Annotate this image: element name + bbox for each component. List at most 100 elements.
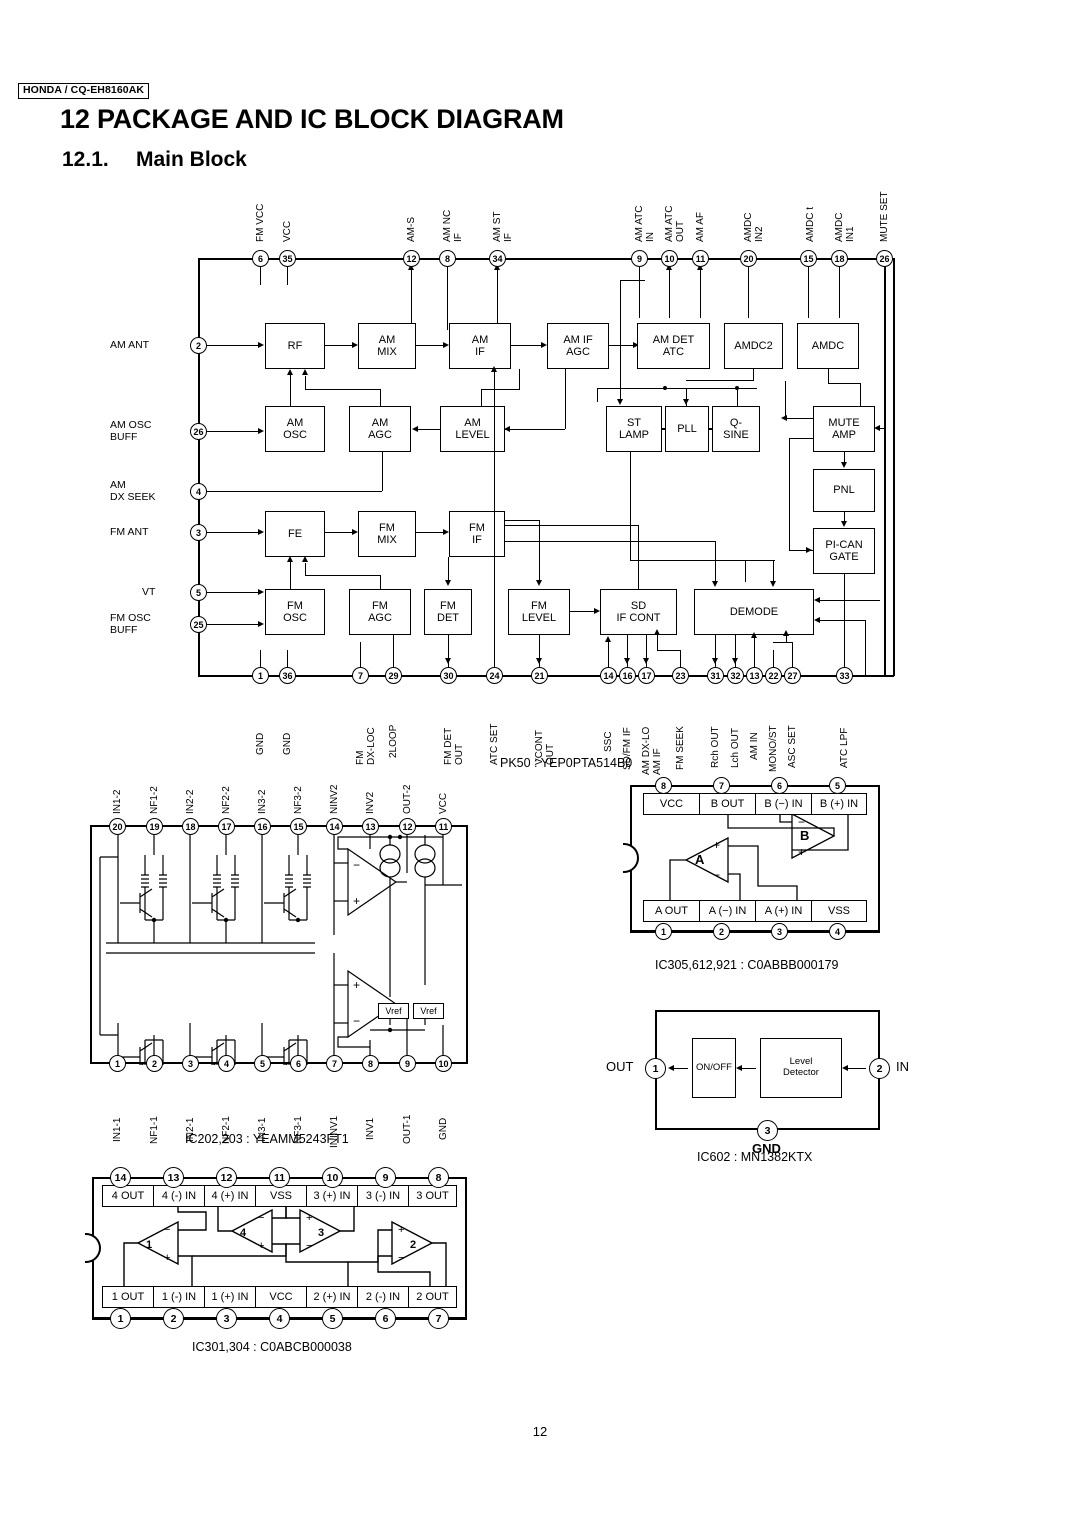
pin-20: 20: [740, 250, 757, 267]
pin-32: 32: [727, 667, 744, 684]
arrow-fmosc-fe: [287, 556, 293, 562]
pin-18: 18: [831, 250, 848, 267]
svg-text:+: +: [713, 838, 720, 852]
arrow-amlevel-right: [504, 426, 510, 432]
svg-text:B: B: [800, 828, 809, 843]
chapter-title-text: PACKAGE AND IC BLOCK DIAGRAM: [96, 104, 564, 134]
ic301-pin-4: 4: [269, 1308, 290, 1329]
page-title: 12 PACKAGE AND IC BLOCK DIAGRAM: [60, 104, 564, 135]
block-fm-osc: FM OSC: [265, 589, 325, 635]
ic305-pin-2: 2: [713, 923, 730, 940]
ic301-pad-4-pos-in: 4 (+) IN: [204, 1185, 255, 1207]
block-label-q-sine: Q- SINE: [723, 416, 749, 441]
pin-label-atc-lpf: ATC LPF: [839, 727, 850, 768]
ic602-arrow-in-det: [842, 1065, 848, 1071]
pin-33: 33: [836, 667, 853, 684]
wire-demode-in3: [773, 560, 774, 582]
pin-lead-23-v2: [657, 635, 658, 651]
pin-29: 29: [385, 667, 402, 684]
ic602-block-level-detector: Level Detector: [760, 1038, 842, 1098]
junction-pll-bus-1: [663, 386, 667, 390]
pin-label-amdc-in2-2: IN2: [754, 226, 765, 242]
arrow-amosc-rf: [287, 369, 293, 375]
ic301-pin-5: 5: [322, 1308, 343, 1329]
pin-lead-13: [754, 635, 755, 668]
ic305-caption: IC305,612,921 : C0ABBB000179: [655, 958, 839, 972]
block-am-osc: AM OSC: [265, 406, 325, 452]
pin-label-am-ant: AM ANT: [110, 339, 150, 351]
pin-label-atc-set: ATC SET: [489, 723, 500, 765]
svg-text:+: +: [398, 1224, 404, 1236]
package-left-rail: [198, 258, 200, 676]
ic305-diagram: 8 7 6 5 1 2 3 4 VCC B OUT B (−) IN B (+)…: [0, 770, 1080, 972]
ic305-pad-vcc: VCC: [643, 793, 699, 815]
pin-label-fm-osc-buff: FM OSC BUFF: [110, 612, 151, 636]
block-sd-if-cont: SD IF CONT: [600, 589, 677, 635]
section-title-text: Main Block: [136, 148, 247, 171]
wire-amdc-muteamp-v2: [860, 383, 861, 406]
pin-label-amdc-in2: AMDC: [743, 212, 754, 242]
pin-lead-14: [608, 642, 609, 668]
pin-label-fm-vcc: FM VCC: [255, 203, 266, 242]
pin-label-am-atc-out-2: OUT: [675, 220, 686, 242]
wire-amlevel-right: [505, 429, 565, 430]
ic301-top-pad-row: 4 OUT 4 (-) IN 4 (+) IN VSS 3 (+) IN 3 (…: [102, 1185, 457, 1207]
pin-label-vt: VT: [142, 586, 156, 598]
wire-amdc-muteamp-h: [828, 383, 860, 384]
pin-arrow-5: [258, 589, 264, 595]
pin-arrow-32: [732, 658, 738, 664]
ic301-pad-vss: VSS: [255, 1185, 306, 1207]
pin-1: 1: [252, 667, 269, 684]
svg-text:2: 2: [410, 1239, 416, 1251]
pin-arrow-26: [258, 428, 264, 434]
svg-text:−: −: [164, 1224, 170, 1236]
svg-text:−: −: [798, 815, 805, 829]
wire-fmif-fmdet: [448, 557, 449, 581]
block-am-agc: AM AGC: [349, 406, 411, 452]
svg-text:+: +: [306, 1212, 312, 1224]
wire-sdifcont-top: [638, 525, 639, 589]
pin-23: 23: [672, 667, 689, 684]
pin-lead-25: [207, 624, 259, 625]
wire-fe-fmmix: [325, 532, 353, 533]
pin-label-am-osc-buff: AM OSC BUFF: [110, 419, 152, 443]
block-st-lamp: ST LAMP: [606, 406, 662, 452]
arrow-demode-in1: [712, 581, 718, 587]
ic301-pin-9: 9: [375, 1167, 396, 1188]
arrow-fmlevel-sdifcont: [594, 608, 600, 614]
pin-8: 8: [439, 250, 456, 267]
block-label-pnl: PNL: [833, 484, 855, 497]
pin-12: 12: [403, 250, 420, 267]
pin-label-2loop: 2LOOP: [388, 724, 399, 758]
wire-muteset-v: [884, 270, 885, 428]
ic602-pin-label-in: IN: [896, 1059, 909, 1074]
pin-22: 22: [765, 667, 782, 684]
pin-lead-33: [844, 650, 845, 668]
arrow-pnl-picangate: [841, 521, 847, 527]
pin-label-fm-seek: FM SEEK: [675, 726, 686, 770]
pin-lead-36: [287, 650, 288, 668]
ic301-pad-2-pos-in: 2 (+) IN: [306, 1286, 357, 1308]
ic301-pad-vcc: VCC: [255, 1286, 306, 1308]
arrow-demode-in3: [770, 581, 776, 587]
ic301-pad-3-out: 3 OUT: [408, 1185, 457, 1207]
wire-pll-bus-v: [597, 388, 598, 402]
svg-text:3: 3: [318, 1227, 324, 1239]
block-label-pll: PLL: [677, 422, 697, 435]
wire-fmagc-up: [380, 575, 381, 589]
wire-fmif-fmlevel-h: [505, 520, 540, 521]
ic301-pad-4-neg-in: 4 (-) IN: [153, 1185, 204, 1207]
pin-label-am-nc-if-2: IF: [453, 233, 464, 242]
wire-stlamp-in-h: [620, 280, 645, 281]
pin-label-am-nc-if: AM NC: [442, 209, 453, 242]
model-identifier: HONDA / CQ-EH8160AK: [18, 83, 150, 100]
pin-lead-4: [207, 491, 382, 492]
ic305-pad-b-neg-in: B (−) IN: [755, 793, 811, 815]
pin-26-amosc: 26: [190, 423, 207, 440]
arrow-fmif-fmlevel: [536, 580, 542, 586]
ic301-pad-2-neg-in: 2 (-) IN: [357, 1286, 408, 1308]
pin-label-rch-out: Rch OUT: [710, 726, 721, 768]
ic202-pin-12: 12: [399, 818, 416, 835]
block-fm-mix: FM MIX: [358, 511, 416, 557]
pin-26-mute-set: 26: [876, 250, 893, 267]
